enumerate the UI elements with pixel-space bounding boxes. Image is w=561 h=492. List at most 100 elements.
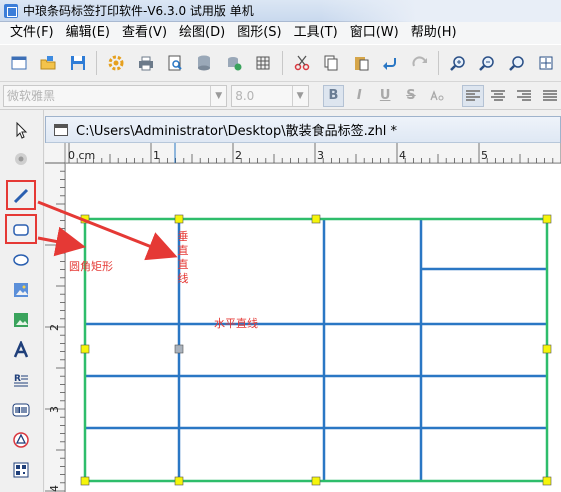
align-center-button[interactable] bbox=[488, 85, 510, 107]
resize-handle[interactable] bbox=[542, 214, 552, 224]
annotation-glyph: 线 bbox=[177, 272, 189, 285]
char-spacing-button[interactable] bbox=[426, 85, 448, 107]
annotation-glyph: 直 bbox=[177, 244, 189, 257]
underline-button[interactable]: U bbox=[374, 85, 396, 107]
resize-handle[interactable] bbox=[80, 344, 90, 354]
menu-tools[interactable]: 工具(T) bbox=[288, 22, 344, 44]
ruler-h-label-4: 4 bbox=[399, 149, 406, 162]
save-button[interactable] bbox=[65, 50, 90, 76]
print-preview-button[interactable] bbox=[162, 50, 187, 76]
align-right-icon bbox=[517, 89, 532, 102]
redo-button[interactable] bbox=[407, 50, 432, 76]
copy-icon bbox=[324, 55, 338, 71]
undo-button[interactable] bbox=[377, 50, 402, 76]
window-title: 中琅条码标签打印软件-V6.3.0 试用版 单机 bbox=[23, 4, 254, 18]
align-center-icon bbox=[491, 89, 506, 102]
pan-tool-button[interactable] bbox=[9, 146, 33, 170]
font-name-select[interactable]: 微软雅黑 ▼ bbox=[3, 84, 228, 107]
zoom-in-button[interactable] bbox=[445, 50, 470, 76]
ruler-v-label-2: 2 bbox=[48, 324, 61, 331]
select-tool-button[interactable] bbox=[9, 118, 33, 142]
database-button[interactable] bbox=[192, 50, 217, 76]
database-settings-button[interactable] bbox=[221, 50, 246, 76]
document-window-icon bbox=[54, 123, 68, 136]
rounded-rect-tool-highlight bbox=[5, 214, 37, 244]
toolbar-separator bbox=[96, 51, 98, 75]
drawing-tool-palette: R bbox=[0, 110, 44, 492]
new-file-button[interactable] bbox=[6, 50, 31, 76]
label-canvas[interactable]: 0 cm 1 2 3 4 5 2 3 4 bbox=[45, 143, 561, 492]
resize-handle[interactable] bbox=[311, 214, 321, 224]
resize-handle[interactable] bbox=[174, 214, 184, 224]
database-icon bbox=[198, 55, 211, 71]
open-file-button[interactable] bbox=[35, 50, 60, 76]
menu-file[interactable]: 文件(F) bbox=[4, 22, 60, 44]
settings-button[interactable] bbox=[103, 50, 128, 76]
toolbar-separator bbox=[282, 51, 284, 75]
undo-arrow-icon bbox=[383, 58, 397, 70]
italic-button[interactable]: I bbox=[348, 85, 370, 107]
label-paper[interactable] bbox=[66, 164, 561, 492]
print-button[interactable] bbox=[133, 50, 158, 76]
text-tool-button[interactable] bbox=[9, 338, 33, 362]
cut-button[interactable] bbox=[289, 50, 314, 76]
annotation-glyph: 垂 bbox=[177, 230, 189, 243]
font-size-select[interactable]: 8.0 ▼ bbox=[231, 84, 309, 107]
chevron-down-icon[interactable]: ▼ bbox=[291, 85, 308, 106]
align-left-icon bbox=[465, 89, 480, 102]
text-a-icon bbox=[13, 341, 29, 358]
pointer-arrow-icon bbox=[16, 121, 28, 139]
font-size-value: 8.0 bbox=[235, 88, 255, 103]
resize-handle[interactable] bbox=[542, 344, 552, 354]
ellipse-icon bbox=[13, 254, 29, 266]
fit-page-button[interactable] bbox=[534, 50, 559, 76]
rich-text-tool-button[interactable]: R bbox=[9, 368, 33, 392]
menu-edit[interactable]: 编辑(E) bbox=[60, 22, 116, 44]
barcode-tool-button[interactable] bbox=[9, 398, 33, 422]
main-toolbar bbox=[0, 44, 561, 82]
rich-text-icon: R bbox=[14, 374, 28, 387]
grid-icon bbox=[256, 56, 270, 70]
scissors-icon bbox=[294, 55, 310, 71]
new-window-icon bbox=[11, 56, 27, 70]
picture-tool-button[interactable] bbox=[9, 308, 33, 332]
image-tool-button[interactable] bbox=[9, 278, 33, 302]
hand-icon bbox=[15, 153, 27, 165]
shape-tool-button[interactable] bbox=[9, 428, 33, 452]
grid-button[interactable] bbox=[251, 50, 276, 76]
annotation-glyph: 直 bbox=[177, 258, 189, 271]
copy-button[interactable] bbox=[319, 50, 344, 76]
menu-window[interactable]: 窗口(W) bbox=[344, 22, 405, 44]
strike-button[interactable]: S bbox=[400, 85, 422, 107]
menu-shape[interactable]: 图形(S) bbox=[231, 22, 287, 44]
resize-handle[interactable] bbox=[80, 214, 90, 224]
document-path: C:\Users\Administrator\Desktop\散装食品标签.zh… bbox=[76, 124, 398, 139]
menu-bar: 文件(F) 编辑(E) 查看(V) 绘图(D) 图形(S) 工具(T) 窗口(W… bbox=[0, 22, 561, 44]
bold-button[interactable]: B bbox=[322, 84, 345, 107]
menu-draw[interactable]: 绘图(D) bbox=[173, 22, 231, 44]
align-left-button[interactable] bbox=[461, 84, 484, 107]
open-folder-icon bbox=[40, 56, 56, 70]
menu-help[interactable]: 帮助(H) bbox=[405, 22, 463, 44]
ellipse-tool-button[interactable] bbox=[9, 248, 33, 272]
save-disk-icon bbox=[70, 56, 85, 70]
format-toolbar: 微软雅黑 ▼ 8.0 ▼ B I U S bbox=[0, 82, 561, 110]
redo-arrow-icon bbox=[412, 56, 427, 67]
menu-view[interactable]: 查看(V) bbox=[116, 22, 173, 44]
paste-button[interactable] bbox=[348, 50, 373, 76]
triangle-circle-icon bbox=[13, 432, 29, 448]
resize-handle[interactable] bbox=[80, 476, 90, 486]
justify-button[interactable] bbox=[539, 85, 561, 107]
zoom-out-button[interactable] bbox=[475, 50, 500, 76]
resize-handle[interactable] bbox=[311, 476, 321, 486]
ruler-h-label-1: 1 bbox=[153, 149, 160, 162]
zoom-in-icon bbox=[450, 56, 465, 71]
resize-handle[interactable] bbox=[542, 476, 552, 486]
picture-icon bbox=[14, 313, 28, 327]
align-right-button[interactable] bbox=[513, 85, 535, 107]
zoom-actual-button[interactable] bbox=[504, 50, 529, 76]
center-handle[interactable] bbox=[174, 344, 184, 354]
chevron-down-icon[interactable]: ▼ bbox=[210, 85, 226, 106]
qrcode-tool-button[interactable] bbox=[9, 458, 33, 482]
resize-handle[interactable] bbox=[174, 476, 184, 486]
